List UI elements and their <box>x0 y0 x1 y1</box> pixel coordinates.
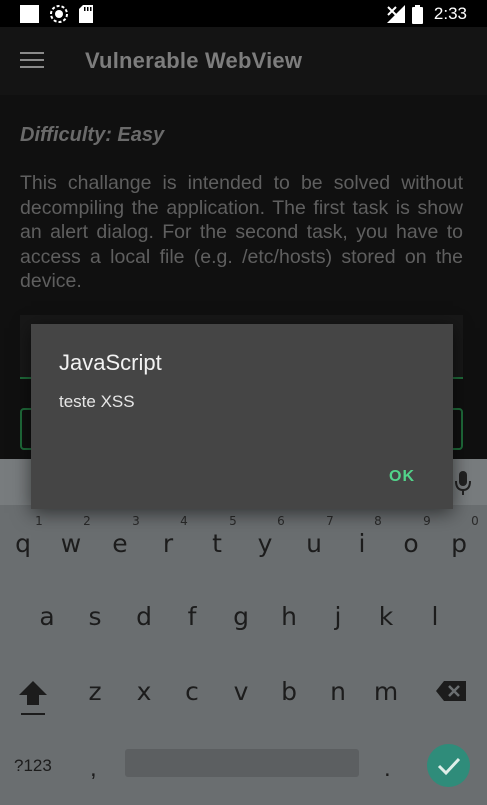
key-c[interactable]: c <box>172 677 212 706</box>
difficulty-label: Difficulty: Easy <box>20 124 165 146</box>
key-x[interactable]: x <box>124 677 164 706</box>
key-u[interactable]: u <box>294 529 334 558</box>
key-d[interactable]: d <box>124 602 164 631</box>
key-y[interactable]: y <box>245 529 285 558</box>
key-g[interactable]: g <box>221 602 261 631</box>
key-p[interactable]: p <box>439 529 479 558</box>
key-hint: 3 <box>132 514 140 528</box>
key-hint: 7 <box>326 514 334 528</box>
comma-key[interactable]: , <box>90 755 97 783</box>
key-hint: 8 <box>374 514 382 528</box>
period-key[interactable]: . <box>384 755 391 783</box>
key-hint: 9 <box>423 514 431 528</box>
key-o[interactable]: o <box>391 529 431 558</box>
key-i[interactable]: i <box>342 529 382 558</box>
key-e[interactable]: e <box>100 529 140 558</box>
app-bar: Vulnerable WebView <box>0 27 487 95</box>
key-n[interactable]: n <box>318 677 358 706</box>
signal-off-icon <box>387 5 405 23</box>
key-q[interactable]: q <box>3 529 43 558</box>
key-w[interactable]: w <box>51 529 91 558</box>
key-hint: 4 <box>180 514 188 528</box>
key-f[interactable]: f <box>172 602 212 631</box>
key-t[interactable]: t <box>197 529 237 558</box>
key-z[interactable]: z <box>75 677 115 706</box>
soft-keyboard: 1 2 3 4 5 6 7 8 9 0 q w e r t y u i o p … <box>0 459 487 805</box>
dialog-title: JavaScript <box>59 350 162 375</box>
key-v[interactable]: v <box>221 677 261 706</box>
key-l[interactable]: l <box>415 602 455 631</box>
space-bar[interactable] <box>125 749 359 777</box>
symbols-key[interactable]: ?123 <box>14 756 52 776</box>
challenge-description: This challange is intended to be solved … <box>20 172 463 292</box>
hamburger-menu-icon[interactable] <box>20 52 44 70</box>
key-h[interactable]: h <box>269 602 309 631</box>
sync-circle-icon <box>50 5 68 23</box>
backspace-icon[interactable] <box>436 681 466 701</box>
battery-icon <box>412 5 423 24</box>
key-a[interactable]: a <box>27 602 67 631</box>
key-hint: 6 <box>277 514 285 528</box>
done-button[interactable] <box>427 744 470 787</box>
dialog-message: teste XSS <box>59 392 135 411</box>
key-m[interactable]: m <box>366 677 406 706</box>
microphone-icon[interactable] <box>453 469 473 497</box>
key-hint: 2 <box>83 514 91 528</box>
key-hint: 0 <box>471 514 479 528</box>
status-bar: 2:33 <box>0 0 487 27</box>
app-title: Vulnerable WebView <box>85 48 303 73</box>
key-k[interactable]: k <box>366 602 406 631</box>
dialog-ok-button[interactable]: OK <box>389 468 415 486</box>
status-time: 2:33 <box>433 4 467 23</box>
key-hint: 1 <box>35 514 43 528</box>
checkmark-icon <box>437 757 461 776</box>
key-j[interactable]: j <box>318 602 358 631</box>
shift-icon[interactable] <box>18 679 48 719</box>
alert-dialog: JavaScript teste XSS OK <box>31 324 453 509</box>
notification-square-icon <box>20 5 39 23</box>
key-b[interactable]: b <box>269 677 309 706</box>
key-r[interactable]: r <box>148 529 188 558</box>
key-s[interactable]: s <box>75 602 115 631</box>
key-hint: 5 <box>229 514 237 528</box>
sd-card-icon <box>79 5 93 23</box>
